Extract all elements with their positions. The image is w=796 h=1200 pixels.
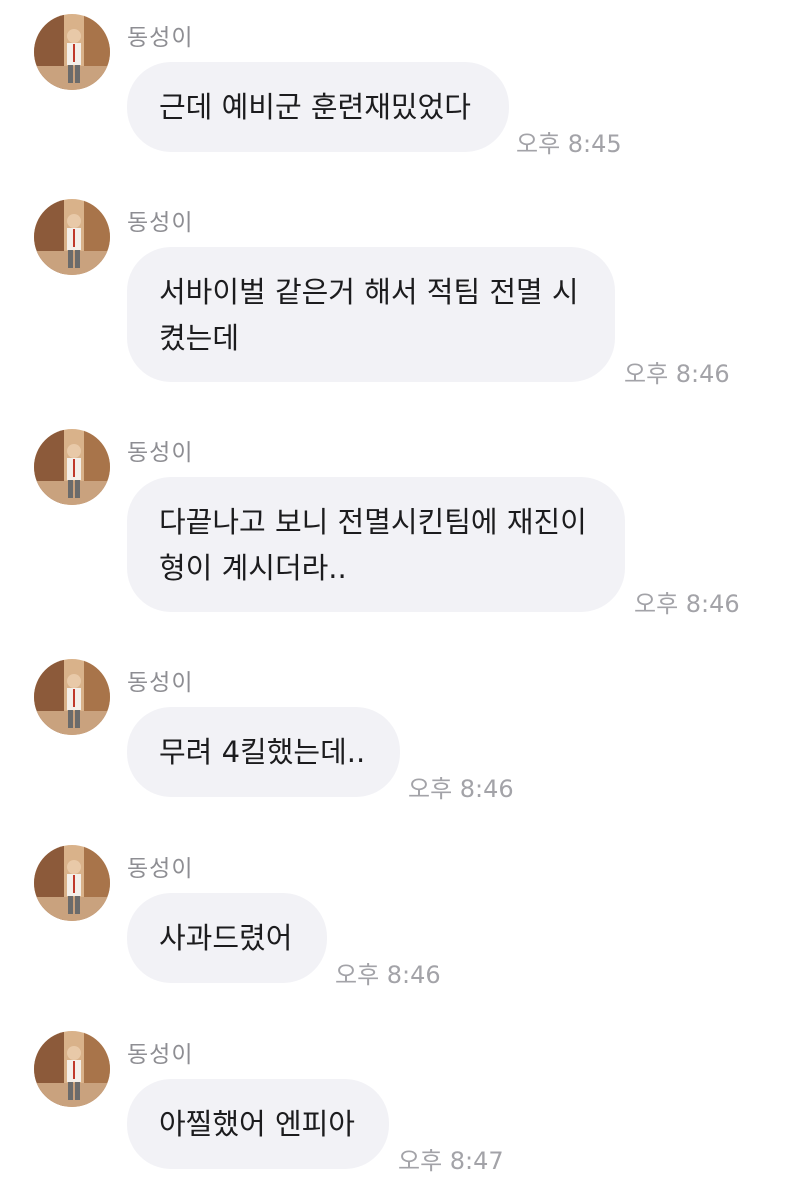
avatar[interactable] (34, 845, 110, 921)
avatar-photo (34, 14, 110, 90)
sender-name: 동성이 (127, 210, 194, 236)
avatar-photo (34, 659, 110, 735)
sender-name: 동성이 (127, 1042, 194, 1068)
message-bubble[interactable]: 무려 4킬했는데.. (127, 707, 400, 797)
avatar-photo (34, 845, 110, 921)
avatar[interactable] (34, 659, 110, 735)
message-time: 오후 8:45 (516, 130, 622, 158)
avatar[interactable] (34, 429, 110, 505)
message-time: 오후 8:46 (634, 590, 740, 618)
message-bubble[interactable]: 다끝나고 보니 전멸시킨팀에 재진이 형이 계시더라.. (127, 477, 625, 612)
avatar-photo (34, 1031, 110, 1107)
message-bubble[interactable]: 근데 예비군 훈련재밌었다 (127, 62, 509, 152)
message-bubble[interactable]: 사과드렸어 (127, 893, 327, 983)
message-time: 오후 8:46 (624, 360, 730, 388)
avatar-photo (34, 199, 110, 275)
chat-thread[interactable]: 동성이 근데 예비군 훈련재밌었다 오후 8:45 동성이 서바이벌 같은거 해… (0, 0, 796, 1200)
avatar-photo (34, 429, 110, 505)
message-time: 오후 8:46 (335, 961, 441, 989)
message-bubble[interactable]: 서바이벌 같은거 해서 적팀 전멸 시 켰는데 (127, 247, 615, 382)
sender-name: 동성이 (127, 670, 194, 696)
avatar[interactable] (34, 14, 110, 90)
avatar[interactable] (34, 1031, 110, 1107)
message-time: 오후 8:46 (408, 775, 514, 803)
message-bubble[interactable]: 아찔했어 엔피아 (127, 1079, 389, 1169)
avatar[interactable] (34, 199, 110, 275)
message-time: 오후 8:47 (398, 1147, 504, 1175)
sender-name: 동성이 (127, 440, 194, 466)
sender-name: 동성이 (127, 856, 194, 882)
sender-name: 동성이 (127, 25, 194, 51)
